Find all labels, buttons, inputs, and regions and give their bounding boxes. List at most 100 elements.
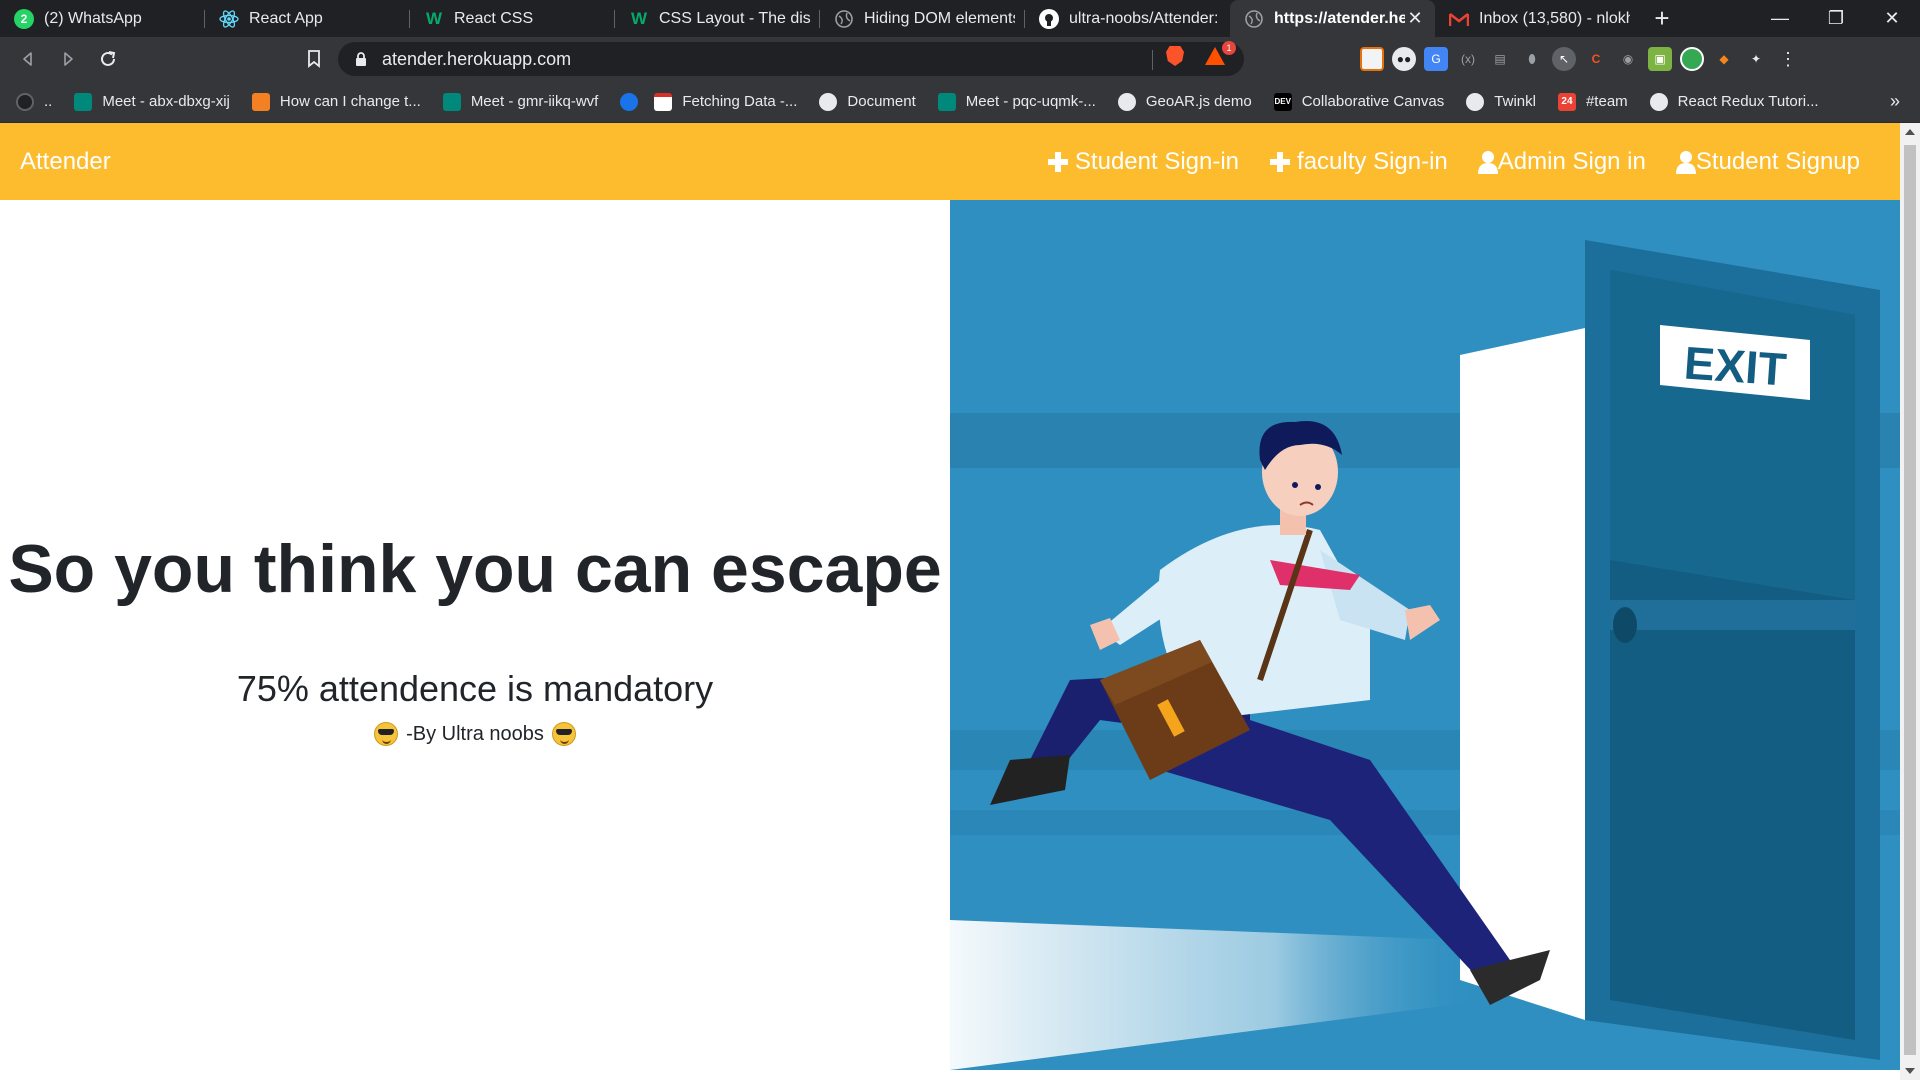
bookmark-item[interactable]: GeoAR.js demo [1117, 92, 1252, 111]
bookmark-icon[interactable] [294, 39, 334, 79]
page-scrollbar[interactable] [1900, 123, 1920, 1080]
tab-gmail[interactable]: Inbox (13,580) - nlokhan [1435, 0, 1640, 37]
meet-icon [74, 92, 93, 111]
tab-title: Hiding DOM elements - [864, 9, 1015, 27]
user-icon [1675, 150, 1696, 174]
tab-title: (2) WhatsApp [44, 9, 142, 27]
code-extension-icon[interactable]: (x) [1456, 47, 1480, 71]
globe-icon [819, 92, 838, 111]
clipboard-extension-icon[interactable]: ▤ [1488, 47, 1512, 71]
hero-subtitle: 75% attendence is mandatory [236, 668, 714, 709]
tab-title: https://atender.herc [1274, 9, 1405, 27]
bookmark-item[interactable]: Twinkl [1466, 92, 1536, 111]
react-icon [219, 9, 239, 29]
bookmark-item[interactable]: DEV Collaborative Canvas [1273, 92, 1444, 111]
tab-whatsapp[interactable]: 2 (2) WhatsApp [0, 0, 205, 37]
rewards-badge: 1 [1222, 41, 1236, 55]
meet-icon [442, 92, 461, 111]
camera-extension-icon[interactable]: ◉ [1616, 47, 1640, 71]
bookmarks-overflow-icon[interactable]: » [1890, 91, 1900, 112]
bookmark-item[interactable]: Document [819, 92, 916, 111]
tab-css-layout[interactable]: W CSS Layout - The display [615, 0, 820, 37]
puzzle-extensions-icon[interactable]: ✦ [1744, 47, 1768, 71]
scroll-down-icon[interactable] [1905, 1068, 1915, 1074]
window-controls: — ❐ ✕ [1752, 0, 1920, 37]
bookmark-item[interactable] [620, 92, 648, 111]
restore-icon[interactable]: ❐ [1808, 0, 1864, 37]
tab-github[interactable]: ultra-noobs/Attender: Ta [1025, 0, 1230, 37]
address-bar[interactable]: atender.herokuapp.com [338, 42, 1244, 76]
tab-title: React CSS [454, 9, 534, 27]
url-text: atender.herokuapp.com [382, 48, 572, 69]
tab-react-css[interactable]: W React CSS [410, 0, 615, 37]
hero-byline: -By Ultra noobs [0, 722, 950, 746]
browser-tab-strip: 2 (2) WhatsApp React App W React CSS W C… [0, 0, 1920, 37]
admin-sign-in-link[interactable]: Admin Sign in [1477, 148, 1646, 176]
faculty-sign-in-link[interactable]: faculty Sign-in [1269, 148, 1448, 176]
bookmark-item[interactable]: .. [16, 92, 52, 111]
tab-title: ultra-noobs/Attender: Ta [1069, 9, 1220, 27]
tab-title: CSS Layout - The display [659, 9, 810, 27]
dev-icon: DEV [1273, 92, 1292, 111]
bookmark-item[interactable]: How can I change t... [251, 92, 421, 111]
tab-hiding-dom[interactable]: Hiding DOM elements - [820, 0, 1025, 37]
hero-illustration: EXIT [950, 200, 1900, 1070]
close-tab-icon[interactable]: ✕ [1405, 8, 1425, 29]
w3schools-icon: W [630, 8, 648, 28]
bookmark-item[interactable]: Meet - pqc-uqmk-... [937, 92, 1096, 111]
hero-text-section: So you think you can escape 75% attenden… [0, 200, 950, 1080]
world-extension-icon[interactable] [1680, 47, 1704, 71]
hero-title: So you think you can escape [8, 531, 942, 607]
bookmark-item[interactable]: React Redux Tutori... [1649, 92, 1819, 111]
nav-links: Student Sign-in faculty Sign-in Admin Si… [1017, 123, 1860, 200]
whatsapp-icon: 2 [14, 8, 34, 29]
menu-kebab-icon[interactable]: ⋮ [1776, 47, 1800, 71]
cursor-extension-icon[interactable]: ↖ [1552, 47, 1576, 71]
lock-icon[interactable] [354, 51, 368, 67]
bookmark-item[interactable]: 24 #team [1557, 92, 1628, 111]
bookmark-item[interactable]: Meet - gmr-iikq-wvf [442, 92, 598, 111]
new-tab-button[interactable]: + [1640, 0, 1684, 37]
extensions-area: ●● G (x) ▤ ⬮ ↖ C ◉ ▣ ◆ ✦ ⋮ [1360, 37, 1800, 81]
web-page: Attender Student Sign-in faculty Sign-in… [0, 123, 1900, 1080]
reload-icon[interactable] [88, 39, 128, 79]
site-navbar: Attender Student Sign-in faculty Sign-in… [0, 123, 1900, 200]
meet-icon [937, 92, 956, 111]
scroll-up-icon[interactable] [1905, 129, 1915, 135]
forward-icon[interactable] [48, 39, 88, 79]
css-extension-icon[interactable]: C [1584, 47, 1608, 71]
tab-title: React App [249, 9, 323, 27]
screenshot-extension-icon[interactable] [1360, 47, 1384, 71]
tab-react-app[interactable]: React App [205, 0, 410, 37]
tab-title: Inbox (13,580) - nlokhan [1479, 9, 1630, 27]
dropper-extension-icon[interactable]: ⬮ [1520, 47, 1544, 71]
translate-extension-icon[interactable]: G [1424, 47, 1448, 71]
bookmark-item[interactable]: Fetching Data -... [654, 92, 797, 111]
ghost-extension-icon[interactable]: ●● [1392, 47, 1416, 71]
github-icon [1039, 8, 1059, 29]
metamask-extension-icon[interactable]: ◆ [1712, 47, 1736, 71]
exit-sign-text: EXIT [1682, 337, 1788, 396]
bookmark-item[interactable]: Meet - abx-dbxg-xij [74, 92, 230, 111]
green-extension-icon[interactable]: ▣ [1648, 47, 1672, 71]
back-icon[interactable] [8, 39, 48, 79]
sunglasses-emoji-icon [374, 722, 399, 746]
sunglasses-emoji-icon [551, 722, 576, 746]
user-icon [1477, 150, 1498, 174]
minimize-icon[interactable]: — [1752, 0, 1808, 37]
calendar-icon: 24 [1557, 92, 1576, 111]
document-icon [654, 92, 673, 111]
site-brand[interactable]: Attender [20, 123, 111, 200]
gmail-icon [1449, 9, 1469, 29]
student-signup-link[interactable]: Student Signup [1675, 148, 1860, 176]
stackoverflow-icon [251, 92, 270, 111]
globe-icon [1244, 9, 1264, 29]
globe-icon [1117, 92, 1136, 111]
close-window-icon[interactable]: ✕ [1864, 0, 1920, 37]
plus-icon [1269, 151, 1291, 173]
tab-attender-active[interactable]: https://atender.herc ✕ [1230, 0, 1435, 37]
scrollbar-thumb[interactable] [1904, 145, 1916, 1055]
globe-icon [834, 9, 854, 29]
student-sign-in-link[interactable]: Student Sign-in [1047, 148, 1239, 176]
github-icon [16, 92, 34, 111]
